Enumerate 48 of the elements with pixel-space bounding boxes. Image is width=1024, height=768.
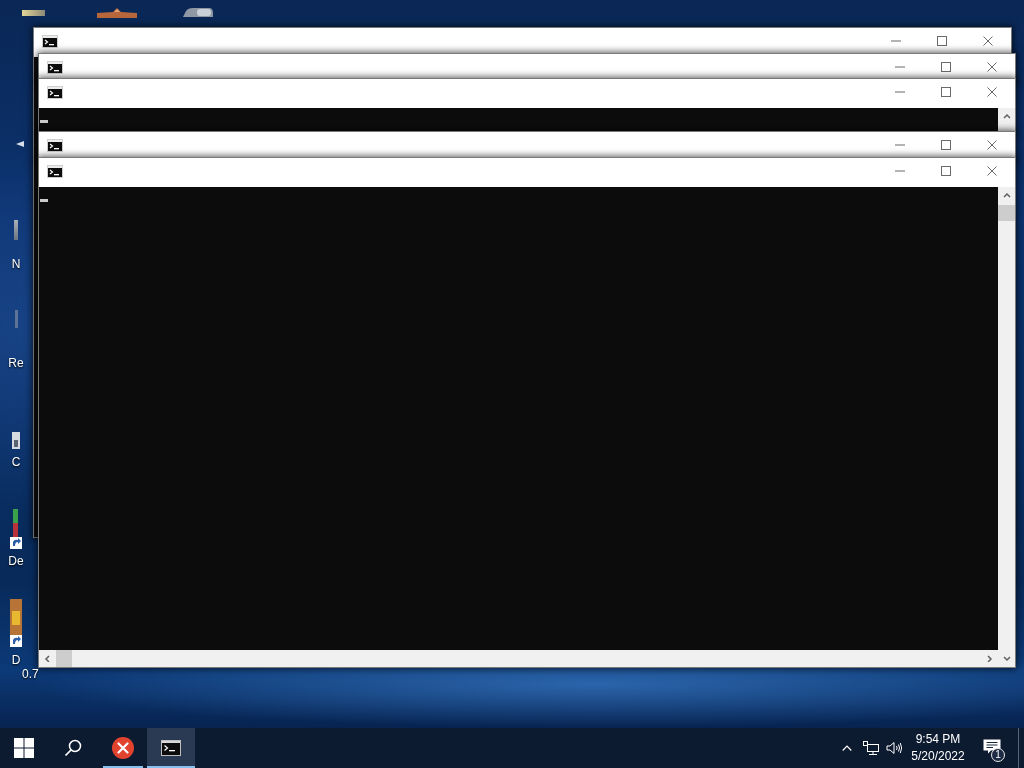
terminal-icon[interactable] bbox=[47, 164, 63, 178]
vertical-scrollbar[interactable] bbox=[998, 108, 1015, 133]
desktop-icon[interactable] bbox=[10, 509, 22, 549]
desktop-icon[interactable] bbox=[16, 141, 24, 147]
vertical-scrollbar[interactable] bbox=[998, 187, 1015, 667]
desktop-icon-label[interactable]: D bbox=[11, 653, 21, 667]
chevron-up-icon[interactable] bbox=[842, 745, 852, 751]
four-panes-icon bbox=[14, 738, 34, 758]
cursor-icon bbox=[40, 120, 48, 123]
chevron-right-icon bbox=[985, 655, 994, 662]
scrollbar-thumb[interactable] bbox=[998, 205, 1015, 221]
volume-icon[interactable] bbox=[886, 741, 902, 755]
cursor-icon bbox=[40, 199, 48, 202]
maximize-icon bbox=[937, 36, 947, 46]
close-icon bbox=[983, 36, 993, 46]
desktop-icon-label[interactable]: De bbox=[8, 554, 24, 568]
chevron-up-icon bbox=[1002, 113, 1011, 120]
desktop-icon[interactable] bbox=[183, 7, 213, 17]
chevron-up-icon bbox=[1002, 192, 1011, 199]
terminal-icon bbox=[161, 740, 181, 756]
x-circle-icon bbox=[112, 737, 134, 759]
terminal-icon[interactable] bbox=[47, 85, 63, 99]
close-icon bbox=[987, 140, 997, 150]
close-icon bbox=[987, 166, 997, 176]
clock-date[interactable]: 5/20/2022 bbox=[911, 748, 965, 765]
desktop-icon[interactable] bbox=[10, 599, 22, 647]
desktop-icon-label[interactable]: 0.7 bbox=[22, 667, 39, 681]
terminal-icon[interactable] bbox=[47, 138, 63, 152]
terminal-icon[interactable] bbox=[47, 60, 63, 74]
maximize-icon bbox=[941, 87, 951, 97]
chevron-left-icon bbox=[43, 655, 52, 662]
terminal-icon[interactable] bbox=[42, 34, 58, 48]
desktop-icon-label[interactable]: Re bbox=[8, 356, 24, 370]
maximize-icon bbox=[941, 62, 951, 72]
desktop-icon-label[interactable]: C bbox=[11, 455, 21, 469]
desktop-icon-label[interactable]: N bbox=[11, 257, 21, 271]
search-icon bbox=[63, 739, 82, 757]
horizontal-scrollbar[interactable] bbox=[39, 650, 998, 667]
taskbar-button[interactable] bbox=[147, 728, 195, 768]
maximize-icon bbox=[941, 166, 951, 176]
clock-time[interactable]: 9:54 PM bbox=[915, 731, 961, 748]
notification-badge: 1 bbox=[991, 748, 1005, 762]
chevron-down-icon bbox=[1002, 655, 1011, 662]
maximize-icon bbox=[941, 140, 951, 150]
close-icon bbox=[987, 62, 997, 72]
scrollbar-thumb[interactable] bbox=[56, 650, 72, 667]
network-icon[interactable] bbox=[863, 741, 879, 755]
close-icon bbox=[987, 87, 997, 97]
